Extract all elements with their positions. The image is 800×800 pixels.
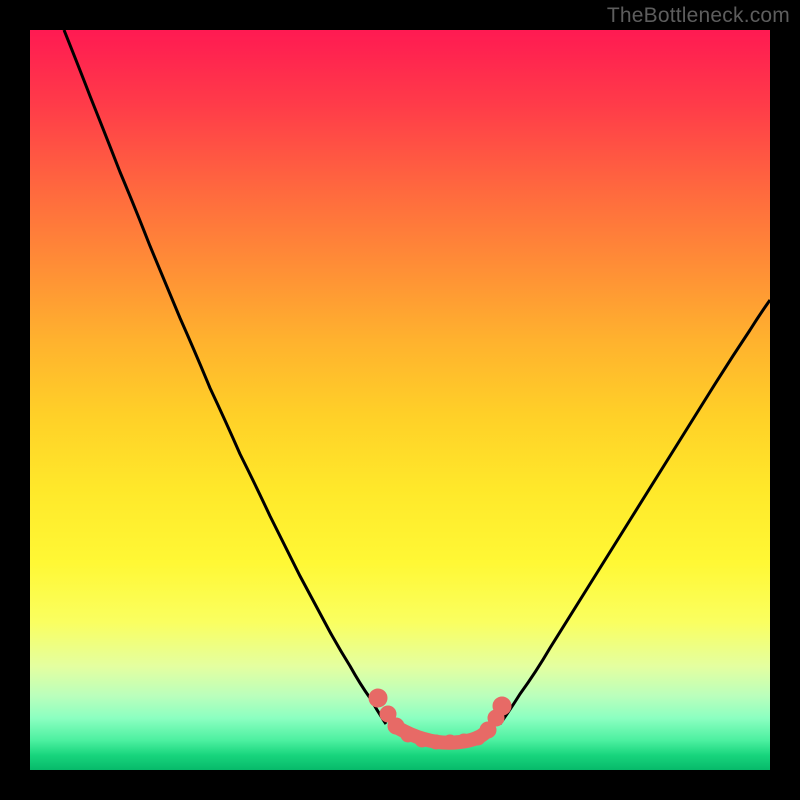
- bottom-dots: [369, 689, 511, 749]
- watermark-text: TheBottleneck.com: [607, 4, 790, 28]
- plot-area: [30, 30, 770, 770]
- chart-frame: TheBottleneck.com: [0, 0, 800, 800]
- left-curve: [64, 30, 386, 724]
- curve-layer: [30, 30, 770, 770]
- right-curve: [500, 300, 770, 724]
